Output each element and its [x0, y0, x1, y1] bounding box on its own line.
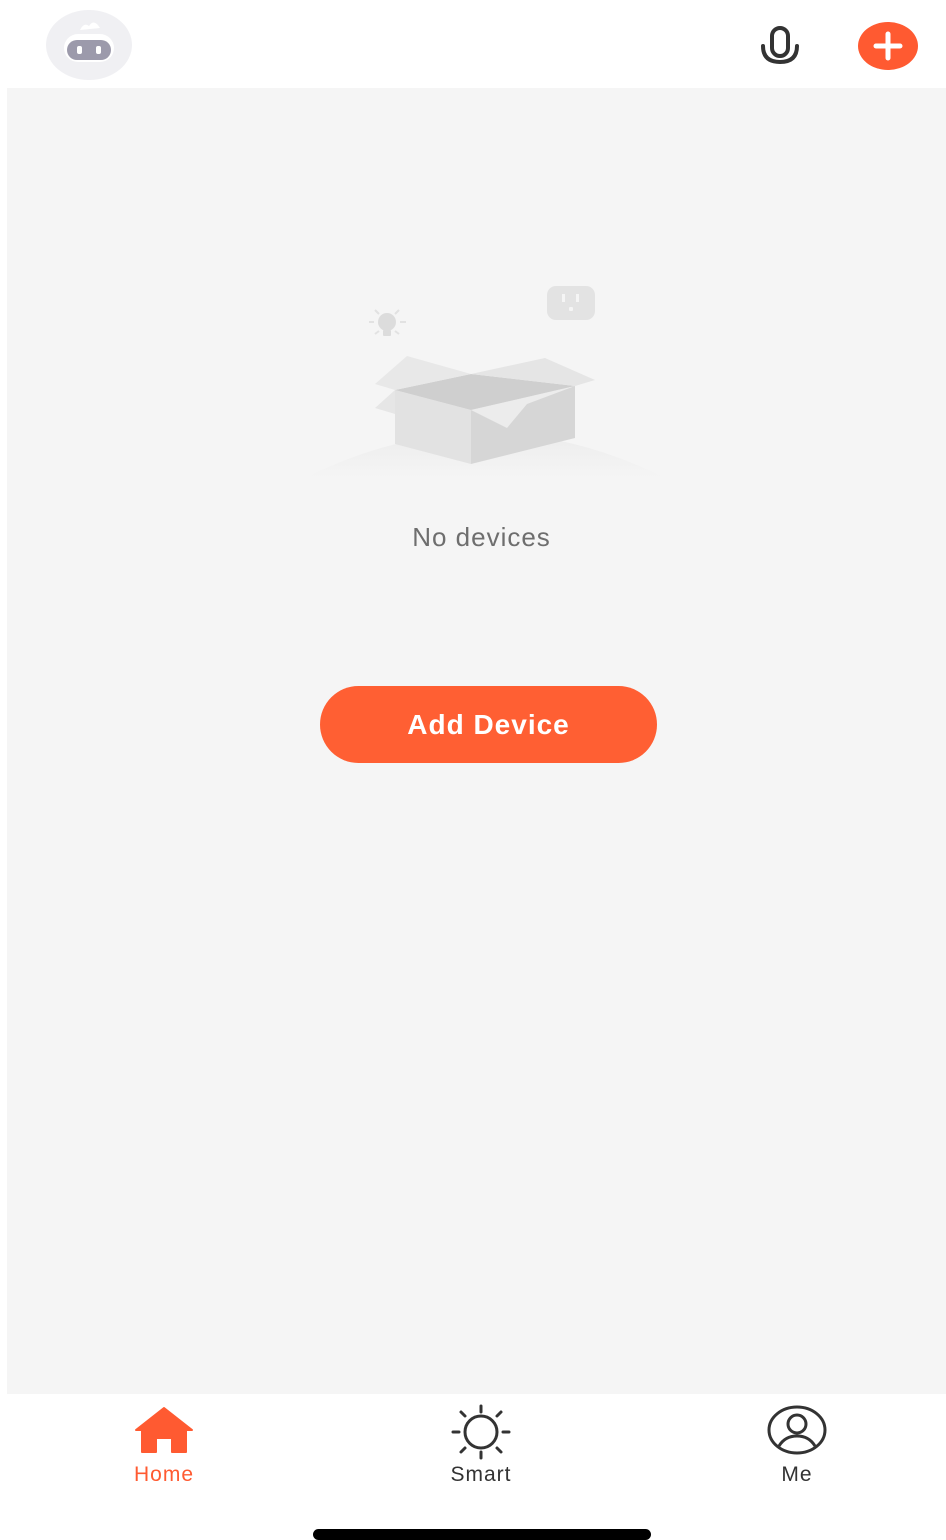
avatar[interactable] [46, 10, 132, 80]
user-icon [767, 1405, 827, 1455]
robot-avatar-icon [64, 22, 114, 62]
empty-state-text: No devices [412, 522, 551, 552]
tab-home[interactable]: Home [74, 1404, 254, 1494]
bottom-tab-bar: Home Smart Me [0, 1394, 946, 1540]
add-button[interactable] [858, 22, 918, 70]
tab-me[interactable]: Me [707, 1404, 887, 1494]
tab-home-label: Home [133, 1463, 195, 1486]
sun-icon [451, 1404, 511, 1460]
home-icon [135, 1407, 193, 1453]
empty-box-illustration [305, 286, 665, 478]
tab-smart[interactable]: Smart [391, 1404, 571, 1494]
plus-icon [873, 31, 903, 61]
microphone-button[interactable] [752, 20, 808, 72]
tab-me-label: Me [781, 1463, 813, 1486]
lightbulb-icon [369, 309, 406, 336]
tab-smart-label: Smart [450, 1463, 512, 1486]
socket-icon [547, 286, 595, 320]
top-bar [0, 0, 946, 88]
microphone-icon [761, 26, 799, 65]
main-content: No devices Add Device [7, 88, 946, 1394]
home-indicator[interactable] [313, 1529, 651, 1540]
add-device-button[interactable]: Add Device [320, 686, 657, 763]
